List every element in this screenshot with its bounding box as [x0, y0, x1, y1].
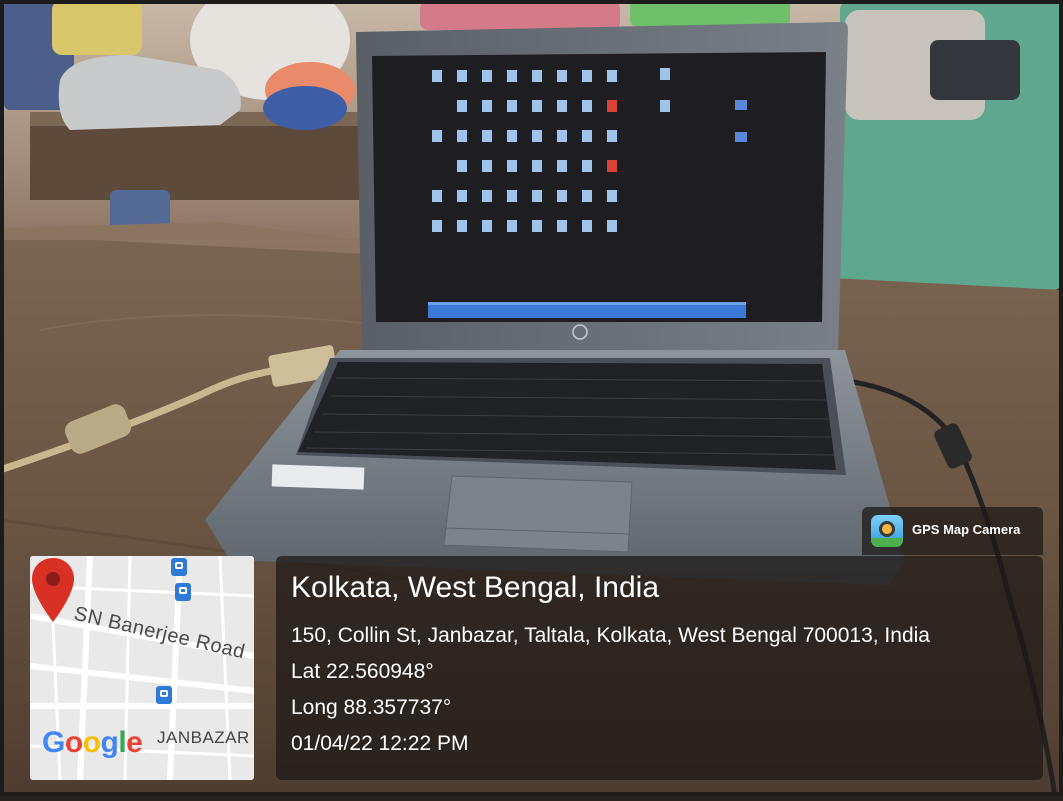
longitude-text: Long 88.357737°: [291, 696, 452, 719]
location-title: Kolkata, West Bengal, India: [291, 571, 659, 604]
location-pin-icon: [32, 558, 74, 622]
google-logo: Google: [42, 726, 143, 759]
touchpad: [443, 475, 633, 553]
app-badge: GPS Map Camera: [862, 507, 1043, 555]
latitude-text: Lat 22.560948°: [291, 660, 434, 683]
gps-camera-app-icon: [871, 515, 903, 547]
datetime-text: 01/04/22 12:22 PM: [291, 732, 469, 755]
app-name: GPS Map Camera: [912, 522, 1021, 537]
address-text: 150, Collin St, Janbazar, Taltala, Kolka…: [291, 624, 930, 647]
metro-station-icon: [175, 583, 191, 601]
map-thumbnail: SN Banerjee Road JANBAZAR Google: [30, 556, 254, 780]
location-info-panel: Kolkata, West Bengal, India 150, Collin …: [276, 556, 1043, 780]
metro-station-icon: [156, 686, 172, 704]
metro-station-icon: [171, 558, 187, 576]
map-area-label: JANBAZAR: [157, 728, 250, 747]
laptop-screen: [372, 52, 826, 322]
